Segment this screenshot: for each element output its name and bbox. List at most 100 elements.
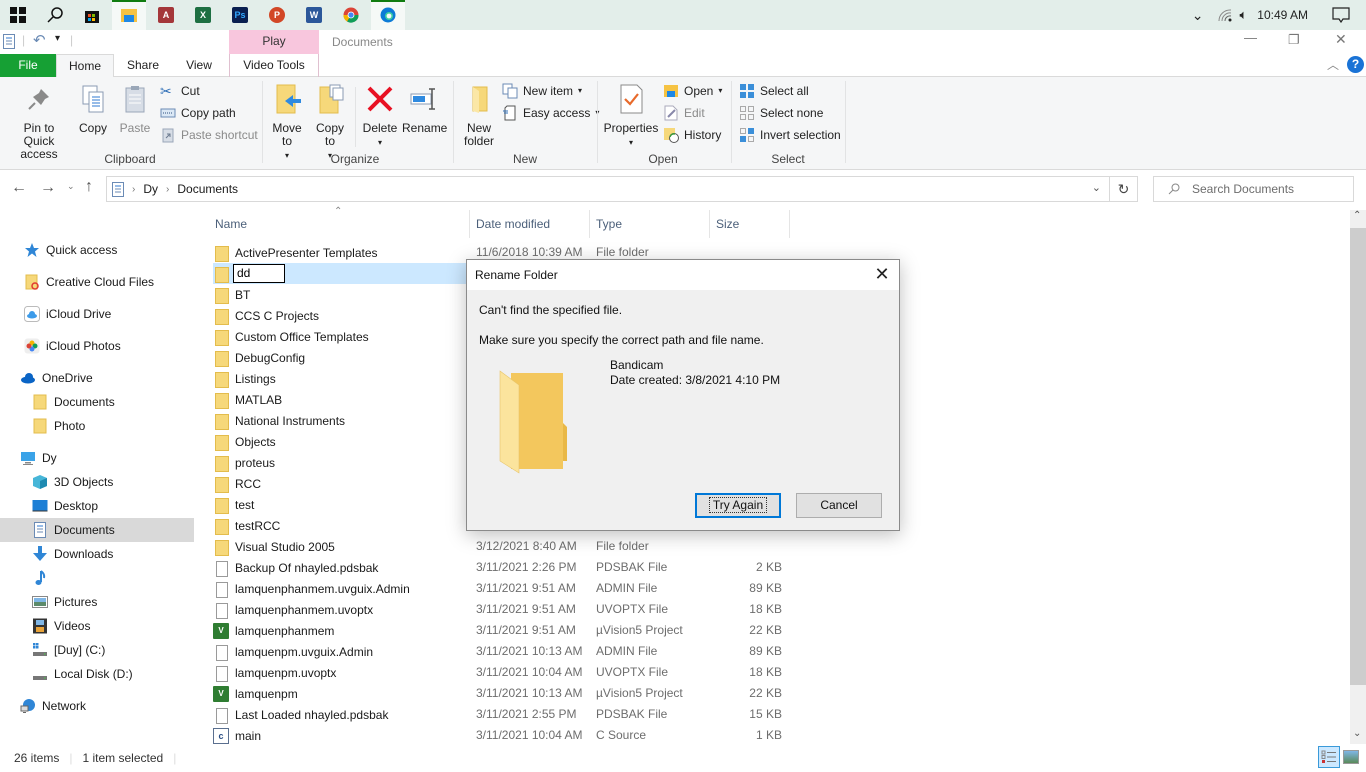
undo-icon[interactable]: ↶	[33, 31, 46, 49]
scrollbar-thumb[interactable]	[1350, 228, 1366, 685]
cancel-button[interactable]: Cancel	[796, 493, 882, 518]
cut-button[interactable]: ✂ Cut	[160, 81, 200, 101]
nav-item-icloud-drive[interactable]: iCloud Drive	[0, 302, 194, 326]
customize-quick-access-icon[interactable]: ▾	[55, 33, 60, 44]
nav-item-pictures[interactable]: Pictures	[0, 590, 194, 614]
collapse-ribbon-icon[interactable]: ︿	[1327, 56, 1339, 73]
up-arrow-icon[interactable]: ↑	[85, 178, 93, 196]
volume-icon[interactable]: 🔈︎	[1239, 7, 1247, 23]
start-button[interactable]	[1, 0, 35, 30]
select-none-button[interactable]: Select none	[739, 103, 823, 123]
new-folder-button[interactable]: New folder	[459, 83, 499, 148]
scroll-up-icon[interactable]: ⌃	[1353, 210, 1361, 221]
tab-share[interactable]: Share	[120, 54, 166, 77]
edge-button[interactable]	[371, 0, 405, 30]
rename-button[interactable]: Rename	[402, 83, 447, 135]
access-button[interactable]: A	[149, 0, 183, 30]
file-row[interactable]: lamquenpm.uvguix.Admin	[213, 641, 463, 662]
tab-home[interactable]: Home	[56, 54, 114, 78]
file-row[interactable]: National Instruments	[213, 410, 463, 431]
column-header-date[interactable]: Date modified	[470, 210, 590, 238]
file-row[interactable]: dd	[213, 263, 473, 284]
file-row[interactable]: c main	[213, 725, 463, 746]
nav-item-quick-access[interactable]: Quick access	[0, 238, 194, 262]
excel-button[interactable]: X	[186, 0, 220, 30]
file-row[interactable]: Vlamquenpm	[213, 683, 463, 704]
tab-video-tools[interactable]: Video Tools	[229, 54, 319, 77]
search-button[interactable]	[38, 0, 72, 30]
paste-shortcut-button[interactable]: Paste shortcut	[160, 125, 258, 145]
rename-input[interactable]: dd	[233, 264, 285, 283]
invert-selection-button[interactable]: Invert selection	[739, 125, 841, 145]
file-row[interactable]: lamquenphanmem.uvguix.Admin	[213, 578, 463, 599]
file-row[interactable]: Listings	[213, 368, 463, 389]
tab-file[interactable]: File	[0, 54, 56, 77]
move-to-button[interactable]: Move to ▾	[268, 83, 306, 162]
wifi-icon[interactable]	[1217, 8, 1233, 22]
refresh-button[interactable]: ↻	[1110, 176, 1138, 202]
file-row[interactable]: lamquenphanmem.uvoptx	[213, 599, 463, 620]
select-all-button[interactable]: Select all	[739, 81, 809, 101]
history-button[interactable]: History	[663, 125, 721, 145]
nav-item-documents[interactable]: Documents	[0, 390, 194, 414]
address-dropdown-icon[interactable]: ⌄	[1092, 181, 1101, 194]
file-explorer-button[interactable]	[112, 0, 146, 30]
photoshop-button[interactable]: Ps	[223, 0, 257, 30]
nav-item-downloads[interactable]: Downloads	[0, 542, 194, 566]
new-item-button[interactable]: New item ▾	[502, 81, 582, 101]
column-divider[interactable]	[789, 210, 790, 238]
nav-item-onedrive[interactable]: OneDrive	[0, 366, 194, 390]
file-row[interactable]: Custom Office Templates	[213, 326, 463, 347]
nav-item-3d-objects[interactable]: 3D Objects	[0, 470, 194, 494]
nav-item-duy-c[interactable]: [Duy] (C:)	[0, 638, 194, 662]
minimize-button[interactable]: —	[1244, 30, 1257, 45]
copy-to-button[interactable]: Copy to ▾	[311, 83, 349, 162]
details-view-button[interactable]	[1318, 746, 1340, 768]
file-row[interactable]: BT	[213, 284, 463, 305]
file-row[interactable]: proteus	[213, 452, 463, 473]
file-row[interactable]: testRCC	[213, 515, 463, 536]
try-again-button[interactable]: Try Again	[695, 493, 781, 518]
breadcrumb-dy[interactable]: Dy	[143, 182, 158, 196]
restore-button[interactable]: ❐	[1288, 32, 1300, 48]
action-center-icon[interactable]	[1332, 7, 1350, 23]
easy-access-button[interactable]: Easy access▾	[502, 103, 599, 123]
copy-button[interactable]: Copy	[76, 83, 110, 135]
file-row[interactable]: RCC	[213, 473, 463, 494]
nav-item-videos[interactable]: Videos	[0, 614, 194, 638]
nav-item-desktop[interactable]: Desktop	[0, 494, 194, 518]
pin-to-quick-access-button[interactable]: Pin to Quick access	[4, 83, 74, 161]
tab-view[interactable]: View	[176, 54, 222, 77]
store-button[interactable]	[75, 0, 109, 30]
forward-arrow-icon[interactable]: →	[40, 179, 56, 197]
file-row[interactable]: Backup Of nhayled.pdsbak	[213, 557, 463, 578]
powerpoint-button[interactable]: P	[260, 0, 294, 30]
nav-item-local-disk-d[interactable]: Local Disk (D:)	[0, 662, 194, 686]
file-row[interactable]: Objects	[213, 431, 463, 452]
column-header-size[interactable]: Size	[710, 210, 790, 238]
recent-locations-chevron-icon[interactable]: ⌄	[67, 181, 75, 192]
clock[interactable]: 10:49 AM	[1257, 8, 1308, 22]
delete-button[interactable]: Delete ▾	[360, 83, 400, 149]
file-row[interactable]: CCS C Projects	[213, 305, 463, 326]
search-box[interactable]: Search Documents	[1153, 176, 1354, 202]
vertical-scrollbar[interactable]: ⌃ ⌄	[1350, 210, 1366, 744]
file-row[interactable]: Vlamquenphanmem	[213, 620, 463, 641]
close-button[interactable]: ✕	[1335, 31, 1347, 48]
large-icons-view-button[interactable]	[1343, 750, 1359, 764]
help-icon[interactable]: ?	[1347, 56, 1364, 73]
column-header-name[interactable]: Name	[209, 210, 469, 238]
chrome-button[interactable]	[334, 0, 368, 30]
file-row[interactable]: Visual Studio 2005	[213, 536, 463, 557]
word-button[interactable]: W	[297, 0, 331, 30]
file-row[interactable]: Last Loaded nhayled.pdsbak	[213, 704, 463, 725]
paste-button[interactable]: Paste	[118, 83, 152, 135]
open-button[interactable]: Open ▾	[663, 81, 722, 101]
nav-item-network[interactable]: Network	[0, 694, 194, 718]
nav-item-creative-cloud-files[interactable]: Creative Cloud Files	[0, 270, 194, 294]
nav-item-photo[interactable]: Photo	[0, 414, 194, 438]
file-row[interactable]: lamquenpm.uvoptx	[213, 662, 463, 683]
address-bar[interactable]: › Dy › Documents ⌄	[106, 176, 1110, 202]
nav-item-music[interactable]	[0, 566, 194, 590]
breadcrumb-documents[interactable]: Documents	[177, 182, 238, 196]
